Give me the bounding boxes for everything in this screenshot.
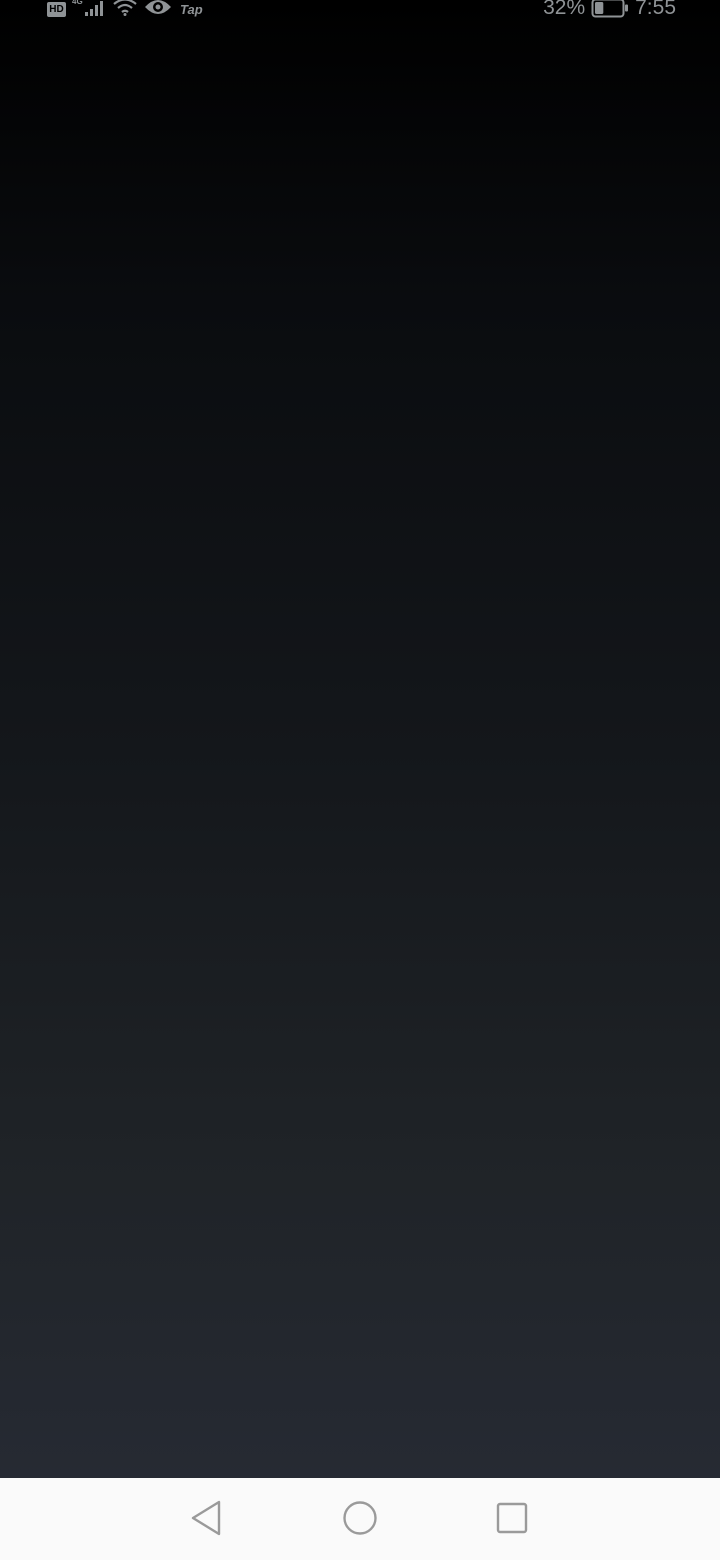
hd-icon: HD xyxy=(47,1,66,17)
app-notification-label: Tap xyxy=(180,1,203,17)
clock: 7:55 xyxy=(635,0,676,19)
back-button[interactable] xyxy=(184,1498,228,1542)
eye-icon xyxy=(144,0,172,21)
battery-percent: 32% xyxy=(543,0,586,19)
status-left-group: HD 4G Tap xyxy=(47,0,203,18)
battery-icon xyxy=(591,0,629,19)
status-bar: HD 4G Tap 32% 7:55 xyxy=(0,0,720,22)
signal-icon: 4G xyxy=(72,0,106,18)
home-circle-icon xyxy=(342,1500,378,1541)
navigation-bar xyxy=(0,1478,720,1560)
home-button[interactable] xyxy=(338,1498,382,1542)
phone-screen: HD 4G Tap 32% 7:55 xyxy=(0,0,720,1560)
wifi-icon xyxy=(112,0,138,21)
recents-button[interactable] xyxy=(490,1498,534,1542)
back-triangle-icon xyxy=(189,1499,223,1542)
status-right-group: 32% 7:55 xyxy=(543,0,676,19)
blank-content-area xyxy=(0,0,720,1478)
recents-square-icon xyxy=(496,1502,528,1539)
